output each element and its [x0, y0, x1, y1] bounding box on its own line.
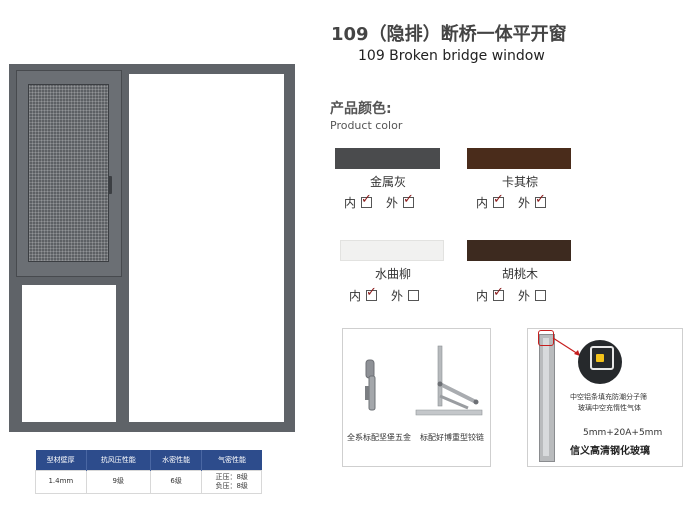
- inner-label: 内: [344, 196, 357, 210]
- outer-label: 外: [386, 196, 399, 210]
- spec-value-water: 6级: [149, 470, 203, 494]
- fixed-glass-pane: [129, 74, 284, 422]
- check-icon: ✓: [403, 192, 414, 207]
- color-section-title: 产品颜色:: [330, 101, 392, 117]
- swatch-khaki-brown: [467, 148, 571, 169]
- glass-spec: 5mm+20A+5mm: [583, 428, 663, 438]
- outer-checkbox: ✓: [535, 193, 547, 208]
- inner-checkbox: ✓: [361, 193, 373, 208]
- glass-name: 信义高清钢化玻璃: [570, 446, 650, 457]
- glass-callout-line1: 中空铝条填充防潮分子筛: [570, 393, 647, 401]
- color-name-walnut: 胡桃木: [501, 267, 538, 281]
- handle-hardware-icon: [365, 359, 376, 411]
- insect-screen: [28, 84, 109, 262]
- hinge-hardware-icon: [415, 345, 483, 416]
- color-options-khaki-brown: 内 ✓ 外 ✓: [476, 193, 560, 211]
- product-title-cn: 109（隐排）断桥一体平开窗: [331, 24, 567, 45]
- check-icon: ✓: [366, 285, 377, 300]
- product-title-en: 109 Broken bridge window: [358, 48, 545, 64]
- swatch-metal-grey: [335, 148, 440, 169]
- swatch-ash: [340, 240, 444, 261]
- inner-label: 内: [476, 289, 489, 303]
- color-name-khaki-brown: 卡其棕: [501, 175, 538, 189]
- outer-checkbox: ✓: [403, 193, 415, 208]
- color-options-walnut: 内 ✓ 外: [476, 286, 560, 304]
- inner-label: 内: [349, 289, 362, 303]
- spec-header-thickness: 型材壁厚: [35, 450, 87, 471]
- check-icon: ✓: [535, 192, 546, 207]
- outer-label: 外: [518, 289, 531, 303]
- hardware-caption: 全系标配坚堡五金: [347, 433, 411, 442]
- spec-header-air: 气密性能: [201, 450, 262, 471]
- spec-value-thickness: 1.4mm: [35, 470, 87, 494]
- callout-arrow-icon: [552, 337, 580, 356]
- magnified-spacer-icon: [578, 340, 622, 384]
- glass-section-inner: [543, 338, 549, 456]
- color-options-ash: 内 ✓ 外: [349, 286, 433, 304]
- spec-air-positive: 正压：8级: [215, 472, 248, 481]
- glass-callout-line2: 玻璃中空充惰性气体: [578, 404, 641, 412]
- outer-checkbox: [535, 290, 547, 301]
- spec-table: 型材壁厚 抗风压性能 水密性能 气密性能 1.4mm 9级 6级 正压：8级 负…: [35, 450, 262, 494]
- outer-checkbox: [408, 290, 420, 301]
- outer-label: 外: [518, 196, 531, 210]
- inner-label: 内: [476, 196, 489, 210]
- check-icon: ✓: [493, 285, 504, 300]
- spec-air-negative: 负压：8级: [215, 482, 248, 490]
- inner-checkbox: ✓: [493, 286, 505, 301]
- check-icon: ✓: [361, 192, 372, 207]
- color-name-ash: 水曲柳: [374, 267, 411, 281]
- spec-header-wind: 抗风压性能: [86, 450, 151, 471]
- inner-checkbox: ✓: [366, 286, 378, 301]
- window-handle-icon: [108, 176, 112, 194]
- spec-value-air: 正压：8级 负压：8级: [201, 470, 262, 494]
- spec-header-water: 水密性能: [150, 450, 203, 471]
- lower-glass-pane: [22, 285, 116, 422]
- inner-checkbox: ✓: [493, 193, 505, 208]
- color-section-subtitle: Product color: [330, 119, 403, 132]
- spec-value-wind: 9级: [85, 470, 151, 494]
- swatch-walnut: [467, 240, 571, 261]
- check-icon: ✓: [493, 192, 504, 207]
- hinge-caption: 标配好博重型铰链: [420, 433, 484, 442]
- color-options-metal-grey: 内 ✓ 外 ✓: [344, 193, 428, 211]
- outer-label: 外: [391, 289, 404, 303]
- color-name-metal-grey: 金属灰: [369, 175, 406, 189]
